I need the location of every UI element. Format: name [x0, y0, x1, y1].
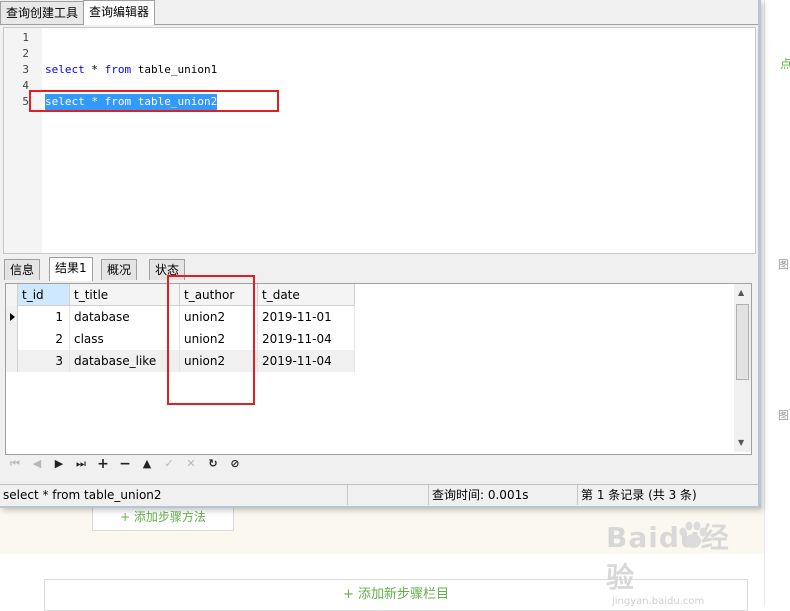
cell-t_id[interactable]: 2 — [18, 328, 70, 350]
cell-t_title[interactable]: database — [70, 306, 180, 328]
next-icon[interactable]: ▶ — [51, 456, 67, 472]
status-query-time: 查询时间: 0.001s — [428, 485, 578, 505]
line-number: 3 — [22, 63, 29, 76]
sql-text: table_union1 — [131, 63, 218, 76]
vertical-scrollbar[interactable]: ▲ ▼ — [734, 284, 751, 452]
first-icon[interactable]: ⏮ — [7, 456, 23, 472]
column-header-t_title[interactable]: t_title — [70, 284, 180, 306]
watermark-sub: jingyan.baidu.com — [612, 596, 705, 607]
row-indicator — [6, 328, 18, 350]
sql-editor[interactable]: 1 2 3 4 5 select * from table_union1 sel… — [3, 27, 756, 254]
column-header-t_id[interactable]: t_id — [18, 284, 70, 306]
row-indicator — [6, 350, 18, 372]
status-sql: select * from table_union2 — [3, 488, 162, 502]
discard-icon[interactable]: ✕ — [183, 456, 199, 472]
move-up-icon[interactable]: ▲ — [139, 456, 155, 472]
header-corner — [6, 284, 18, 306]
editor-tab-bar: 查询创建工具 查询编辑器 — [0, 0, 758, 25]
row-pointer-icon — [10, 313, 15, 321]
scroll-up-icon[interactable]: ▲ — [738, 288, 744, 297]
add-icon[interactable]: + — [95, 456, 111, 472]
scroll-down-icon[interactable]: ▼ — [738, 438, 744, 447]
right-column — [765, 0, 790, 606]
tab-query-editor[interactable]: 查询编辑器 — [83, 0, 156, 25]
sql-keyword: from — [104, 63, 132, 76]
status-bar: select * from table_union2 查询时间: 0.001s … — [0, 484, 758, 506]
cell-t_title[interactable]: class — [70, 328, 180, 350]
last-icon[interactable]: ⏭ — [73, 456, 89, 472]
cell-t_date[interactable]: 2019-11-01 — [258, 306, 355, 328]
cell-t_title[interactable]: database_like — [70, 350, 180, 372]
line-number: 1 — [22, 31, 29, 44]
sql-keyword: select — [45, 63, 85, 76]
column-header-t_date[interactable]: t_date — [258, 284, 355, 306]
current-row-indicator — [6, 306, 18, 328]
tab-info[interactable]: 信息 — [4, 259, 41, 280]
code-line[interactable]: select * from table_union1 — [45, 62, 217, 78]
status-empty — [347, 485, 429, 505]
tab-query-builder[interactable]: 查询创建工具 — [0, 1, 85, 24]
result-tab-bar: 信息 结果1 概况 状态 — [3, 257, 754, 281]
add-step-method-button[interactable]: + 添加步骤方法 — [92, 506, 234, 531]
stop-icon[interactable]: ⊘ — [227, 456, 243, 472]
tab-result1[interactable]: 结果1 — [49, 257, 93, 281]
prev-icon[interactable]: ◀ — [29, 456, 45, 472]
delete-icon[interactable]: − — [117, 456, 133, 472]
apply-icon[interactable]: ✓ — [161, 456, 177, 472]
scroll-thumb[interactable] — [736, 304, 749, 380]
cell-t_date[interactable]: 2019-11-04 — [258, 350, 355, 372]
annotation-box-author — [167, 275, 255, 405]
line-number-gutter: 1 2 3 4 5 — [4, 28, 42, 253]
line-number: 5 — [22, 95, 29, 108]
line-number: 4 — [22, 79, 29, 92]
right-column-text: 图 — [778, 409, 789, 422]
result-grid[interactable]: t_id t_title t_author t_date 1 database … — [5, 283, 752, 455]
right-column-text: 图 — [778, 258, 789, 271]
paw-icon — [679, 521, 707, 548]
record-navigation-bar: ⏮ ◀ ▶ ⏭ + − ▲ ✓ ✕ ↻ ⊘ — [5, 455, 750, 475]
annotation-box-sql — [29, 90, 279, 112]
refresh-icon[interactable]: ↻ — [205, 456, 221, 472]
right-column-text: 点 — [780, 57, 790, 71]
cell-t_id[interactable]: 3 — [18, 350, 70, 372]
line-number: 2 — [22, 47, 29, 60]
cell-t_id[interactable]: 1 — [18, 306, 70, 328]
query-window: 查询创建工具 查询编辑器 1 2 3 4 5 select * from tab… — [0, 0, 761, 508]
sql-text: * — [84, 63, 105, 76]
status-record-count: 第 1 条记录 (共 3 条) — [577, 485, 759, 505]
cell-t_date[interactable]: 2019-11-04 — [258, 328, 355, 350]
tab-overview[interactable]: 概况 — [101, 259, 138, 280]
baidu-jingyan-watermark: Baidu经验 jingyan.baidu.com — [606, 516, 756, 607]
